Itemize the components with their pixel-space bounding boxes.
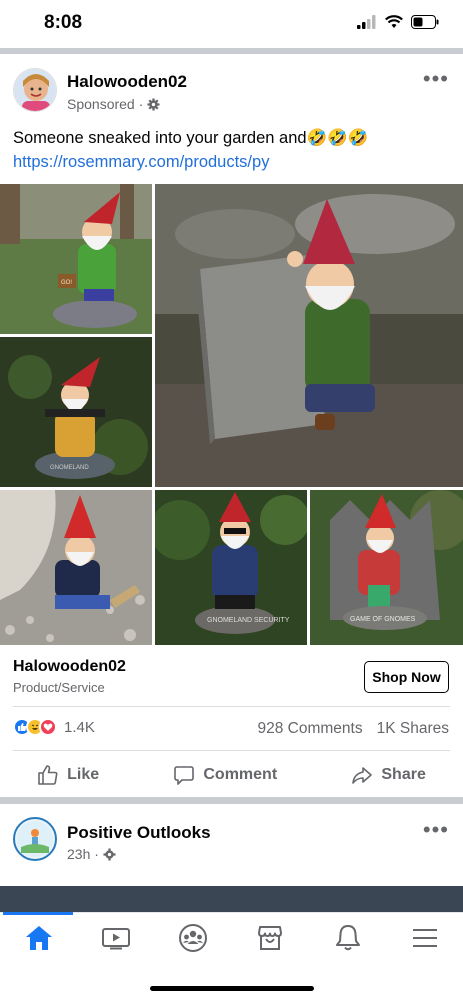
comment-icon bbox=[174, 766, 195, 785]
reaction-icons bbox=[13, 718, 57, 736]
post2-avatar[interactable] bbox=[13, 817, 57, 861]
post2-meta: 23h · bbox=[67, 846, 116, 862]
gnome-photo-2[interactable]: GNOMELAND bbox=[0, 337, 152, 487]
signal-icon bbox=[357, 15, 376, 29]
cta-page-name[interactable]: Halowooden02 bbox=[13, 658, 126, 676]
separator bbox=[13, 750, 450, 751]
gnome-sign-security: GNOMELAND SECURITY bbox=[207, 617, 290, 624]
shares-count[interactable]: 1K Shares bbox=[377, 720, 449, 738]
comment-label: Comment bbox=[203, 766, 278, 783]
gnome-photo-throne[interactable]: GAME OF GNOMES bbox=[310, 490, 463, 645]
gnome-photo-3[interactable] bbox=[0, 490, 152, 645]
feed-divider bbox=[0, 797, 463, 804]
tab-notifications[interactable] bbox=[330, 922, 366, 954]
menu-icon bbox=[413, 929, 437, 947]
status-time: 8:08 bbox=[44, 12, 83, 33]
tab-video[interactable] bbox=[98, 922, 134, 954]
status-bar: 8:08 bbox=[0, 0, 463, 48]
comments-count[interactable]: 928 Comments bbox=[258, 720, 363, 738]
gnome-photo-main[interactable] bbox=[155, 184, 463, 487]
love-reaction-icon bbox=[39, 718, 57, 736]
feed-divider bbox=[0, 48, 463, 54]
share-icon bbox=[352, 767, 373, 784]
post-meta: Sponsored · bbox=[67, 96, 160, 112]
thumbs-up-icon bbox=[38, 765, 58, 785]
separator bbox=[13, 706, 450, 707]
more-options-icon[interactable]: ••• bbox=[423, 66, 449, 92]
groups-icon bbox=[179, 924, 207, 952]
post2-more-options-icon[interactable]: ••• bbox=[423, 817, 449, 843]
home-indicator[interactable] bbox=[150, 986, 314, 991]
post2-media-preview[interactable] bbox=[0, 886, 463, 914]
video-icon bbox=[102, 928, 130, 950]
reactions-count: 1.4K bbox=[64, 718, 95, 736]
author-avatar[interactable] bbox=[13, 68, 57, 112]
marketplace-icon bbox=[258, 926, 282, 950]
svg-text:GO!: GO! bbox=[61, 280, 72, 286]
post-text: Someone sneaked into your garden and🤣🤣🤣 h… bbox=[13, 126, 453, 174]
wifi-icon bbox=[385, 15, 403, 28]
sponsored-label: Sponsored · bbox=[67, 96, 144, 112]
comment-button[interactable]: Comment bbox=[173, 764, 277, 786]
home-icon bbox=[26, 926, 52, 950]
post2-author-name[interactable]: Positive Outlooks bbox=[67, 823, 211, 843]
gnome-sign-throne: GAME OF GNOMES bbox=[350, 616, 416, 623]
like-label: Like bbox=[67, 766, 100, 783]
tab-menu[interactable] bbox=[407, 922, 443, 954]
like-button[interactable]: Like bbox=[37, 764, 99, 786]
gnome-photo-security[interactable]: GNOMELAND SECURITY bbox=[155, 490, 307, 645]
status-icons bbox=[357, 15, 439, 29]
engagement-counts: 928 Comments 1K Shares bbox=[258, 720, 450, 738]
cta-category: Product/Service bbox=[13, 680, 105, 695]
svg-text:GNOMELAND: GNOMELAND bbox=[50, 465, 89, 471]
share-label: Share bbox=[381, 766, 426, 783]
gnome-photo-1[interactable]: GO! bbox=[0, 184, 152, 334]
active-tab-indicator bbox=[3, 912, 73, 915]
battery-icon bbox=[411, 15, 439, 29]
shop-now-button[interactable]: Shop Now bbox=[364, 661, 449, 693]
tab-marketplace[interactable] bbox=[252, 922, 288, 954]
post-actions: Like Comment Share bbox=[0, 755, 463, 795]
post-caption: Someone sneaked into your garden and🤣🤣🤣 bbox=[13, 129, 369, 147]
gear-icon bbox=[103, 847, 116, 861]
share-button[interactable]: Share bbox=[351, 764, 426, 786]
bell-icon bbox=[336, 925, 360, 951]
gear-icon bbox=[147, 97, 160, 111]
author-name[interactable]: Halowooden02 bbox=[67, 72, 187, 92]
reactions-summary[interactable]: 1.4K bbox=[13, 718, 95, 736]
post-image-grid[interactable]: GO! GNOMELAND GNOMELAND SECURITY GAME OF… bbox=[0, 184, 463, 645]
tab-groups[interactable] bbox=[175, 922, 211, 954]
tab-home[interactable] bbox=[21, 922, 57, 954]
post-link[interactable]: https://rosemmary.com/products/py bbox=[13, 153, 269, 171]
post2-time: 23h · bbox=[67, 846, 99, 862]
